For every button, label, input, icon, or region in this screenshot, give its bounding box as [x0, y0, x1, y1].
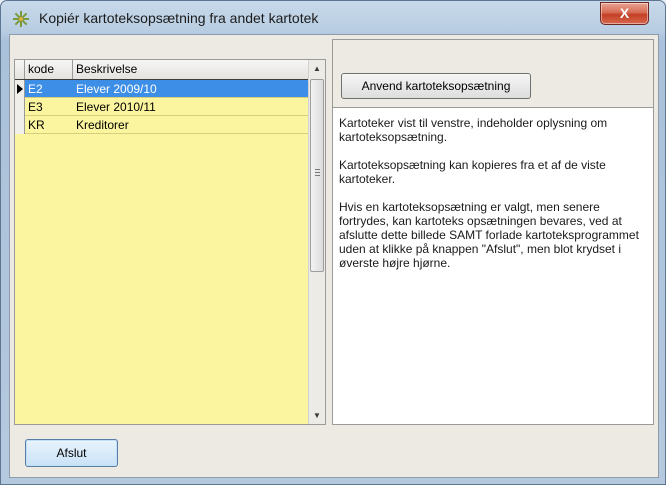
cell-kode: E2 [28, 82, 43, 96]
column-header-kode[interactable]: kode [25, 60, 73, 79]
afslut-button[interactable]: Afslut [25, 439, 118, 467]
apply-setup-button[interactable]: Anvend kartoteksopsætning [341, 73, 531, 99]
title-bar[interactable]: Kopiér kartoteksopsætning fra andet kart… [1, 1, 665, 35]
scrollbar-thumb[interactable] [310, 79, 324, 272]
scroll-up-arrow-icon: ▲ [313, 64, 321, 73]
table-row[interactable]: KR Kreditorer [15, 116, 308, 134]
table-row[interactable]: E2 Elever 2009/10 [15, 80, 308, 98]
row-indicator [15, 116, 25, 134]
row-indicator [15, 80, 25, 98]
indicator-header [15, 60, 25, 79]
gear-flower-icon [13, 11, 29, 27]
grid-header: kode Beskrivelse [15, 60, 308, 80]
cell-kode: KR [28, 118, 45, 132]
info-text-box: Kartoteker vist til venstre, indeholder … [333, 107, 653, 424]
cell-kode: E3 [28, 100, 43, 114]
dialog-window: Kopiér kartoteksopsætning fra andet kart… [0, 0, 666, 485]
right-panel: Anvend kartoteksopsætning Kartoteker vis… [332, 39, 654, 425]
table-row[interactable]: E3 Elever 2010/11 [15, 98, 308, 116]
current-row-arrow-icon [17, 84, 23, 94]
cell-beskrivelse: Kreditorer [76, 118, 129, 132]
row-indicator [15, 98, 25, 116]
grid-vertical-scrollbar[interactable]: ▲ ▼ [308, 60, 325, 424]
window-close-button[interactable]: X [600, 2, 649, 25]
kartotek-grid[interactable]: kode Beskrivelse E2 Elever 2009/10 E3 El… [14, 59, 326, 425]
cell-beskrivelse: Elever 2009/10 [76, 82, 157, 96]
info-paragraph: Kartoteksopsætning kan kopieres fra et a… [339, 158, 606, 186]
thumb-grip-icon [315, 169, 320, 170]
info-paragraph: Hvis en kartoteksopsætning er valgt, men… [339, 200, 639, 270]
cell-beskrivelse: Elever 2010/11 [76, 100, 156, 114]
client-area: kode Beskrivelse E2 Elever 2009/10 E3 El… [9, 34, 659, 478]
close-icon: X [619, 5, 630, 21]
scroll-down-arrow-icon: ▼ [313, 411, 321, 420]
scroll-up-button[interactable]: ▲ [309, 60, 325, 77]
column-header-beskrivelse[interactable]: Beskrivelse [73, 60, 308, 79]
info-paragraph: Kartoteker vist til venstre, indeholder … [339, 116, 608, 144]
scroll-down-button[interactable]: ▼ [309, 407, 325, 424]
window-title: Kopiér kartoteksopsætning fra andet kart… [39, 10, 319, 26]
